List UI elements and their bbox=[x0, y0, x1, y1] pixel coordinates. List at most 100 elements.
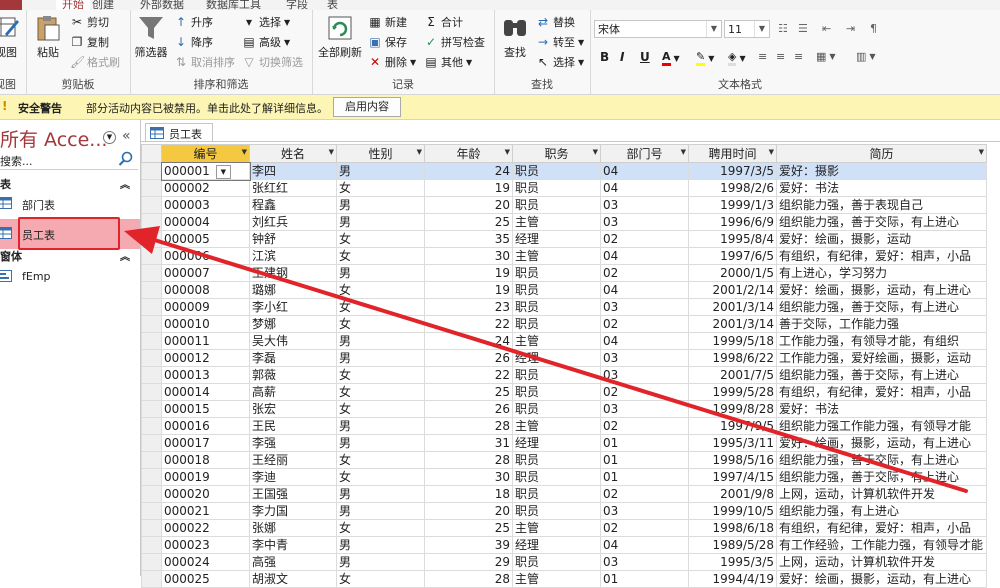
table-cell[interactable]: 组织能力强，善于交际，有上进心 bbox=[776, 298, 987, 316]
table-cell[interactable]: 000002 bbox=[161, 179, 250, 197]
table-cell[interactable]: 19 bbox=[424, 281, 513, 299]
table-row[interactable]: 000013 郭薇女 22 职员 03 2001/7/5 组织能力强，善于交际，有上进心 bbox=[141, 366, 987, 384]
table-cell[interactable]: 主管 bbox=[512, 417, 601, 435]
row-selector[interactable] bbox=[141, 349, 162, 367]
table-row[interactable]: 000005 钟舒女 35 经理 02 1995/8/4 爱好：绘画，摄影，运动 bbox=[141, 230, 987, 248]
numbered-list-icon[interactable]: ☷ bbox=[778, 22, 788, 35]
table-cell[interactable]: 组织能力强，善于交际，有上进心 bbox=[776, 213, 987, 231]
table-cell[interactable]: 2001/3/14 bbox=[688, 315, 777, 333]
row-selector[interactable] bbox=[141, 264, 162, 282]
goto-button[interactable]: → 转至 ▼ bbox=[536, 34, 584, 50]
table-cell[interactable]: 组织能力强，善于交际，有上进心 bbox=[776, 451, 987, 469]
table-cell[interactable]: 19 bbox=[424, 179, 513, 197]
table-cell[interactable]: 000016 bbox=[161, 417, 250, 435]
decrease-indent-icon[interactable]: ⇤ bbox=[822, 22, 831, 35]
row-selector[interactable] bbox=[141, 247, 162, 265]
table-cell[interactable]: 02 bbox=[600, 519, 689, 537]
table-row[interactable]: 000006 江滨女 30 主管 04 1997/6/5 有组织，有纪律，爱好：相声，小品 bbox=[141, 247, 987, 265]
search-icon[interactable] bbox=[118, 151, 134, 167]
table-cell[interactable]: 上网，运动，计算机软件开发 bbox=[776, 485, 987, 503]
table-cell[interactable]: 1999/1/3 bbox=[688, 196, 777, 214]
new-record-button[interactable]: ▦ 新建 bbox=[368, 14, 407, 30]
table-cell[interactable]: 女 bbox=[336, 179, 425, 197]
table-row[interactable]: 000020 王国强男 18 职员 02 2001/9/8 上网，运动，计算机软件开发 bbox=[141, 485, 987, 503]
table-cell[interactable]: 职员 bbox=[512, 281, 601, 299]
nav-section-forms[interactable]: 窗体 ︽ bbox=[0, 248, 140, 264]
table-cell[interactable]: 25 bbox=[424, 383, 513, 401]
table-cell[interactable]: 李磊 bbox=[249, 349, 337, 367]
table-cell[interactable]: 22 bbox=[424, 315, 513, 333]
table-cell[interactable]: 女 bbox=[336, 400, 425, 418]
table-cell[interactable]: 女 bbox=[336, 451, 425, 469]
table-cell[interactable]: 000003 bbox=[161, 196, 250, 214]
column-header[interactable]: 编号 ▼ bbox=[161, 144, 250, 163]
table-cell[interactable]: 经理 bbox=[512, 434, 601, 452]
table-cell[interactable]: 吴大伟 bbox=[249, 332, 337, 350]
table-cell[interactable]: 1999/5/28 bbox=[688, 383, 777, 401]
table-cell[interactable]: 04 bbox=[600, 332, 689, 350]
column-header[interactable]: 年龄 ▼ bbox=[424, 144, 513, 163]
table-cell[interactable]: 04 bbox=[600, 281, 689, 299]
table-row[interactable]: 000019 李迪女 30 职员 01 1997/4/15 组织能力强，善于交际，有上进心 bbox=[141, 468, 987, 486]
navigation-pane-title[interactable]: 所有 Acce... bbox=[0, 125, 107, 152]
table-cell[interactable]: 1997/3/5 bbox=[688, 162, 777, 180]
table-cell[interactable]: 20 bbox=[424, 502, 513, 520]
table-cell[interactable]: 03 bbox=[600, 298, 689, 316]
highlight-button[interactable]: ✎ ▼ bbox=[696, 50, 714, 66]
table-cell[interactable]: 主管 bbox=[512, 570, 601, 588]
table-cell[interactable]: 职员 bbox=[512, 315, 601, 333]
table-cell[interactable]: 郭薇 bbox=[249, 366, 337, 384]
chevron-down-icon[interactable]: ▼ bbox=[242, 148, 247, 156]
table-cell[interactable]: 职员 bbox=[512, 485, 601, 503]
font-color-button[interactable]: A ▼ bbox=[662, 50, 680, 66]
table-cell[interactable]: 女 bbox=[336, 247, 425, 265]
table-cell[interactable]: 爱好：摄影 bbox=[776, 162, 987, 180]
underline-button[interactable]: U bbox=[640, 50, 650, 64]
table-cell[interactable]: 王建钢 bbox=[249, 264, 337, 282]
row-selector[interactable] bbox=[141, 485, 162, 503]
table-cell[interactable]: 女 bbox=[336, 383, 425, 401]
table-row[interactable]: 000017 李强男 31 经理 01 1995/3/11 爱好：绘画，摄影，运动，有上进心 bbox=[141, 434, 987, 452]
bullet-list-icon[interactable]: ☰ bbox=[798, 22, 808, 35]
table-cell[interactable]: 主管 bbox=[512, 332, 601, 350]
table-cell[interactable]: 李小红 bbox=[249, 298, 337, 316]
row-selector[interactable] bbox=[141, 196, 162, 214]
table-row[interactable]: 000012 李磊男 26 经理 03 1998/6/22 工作能力强，爱好绘画，摄影，运动 bbox=[141, 349, 987, 367]
table-cell[interactable]: 职员 bbox=[512, 468, 601, 486]
table-cell[interactable]: 000004 bbox=[161, 213, 250, 231]
table-cell[interactable]: 上网，运动，计算机软件开发 bbox=[776, 553, 987, 571]
row-selector[interactable] bbox=[141, 468, 162, 486]
table-cell[interactable]: 男 bbox=[336, 213, 425, 231]
table-row[interactable]: 000009 李小红女 23 职员 03 2001/3/14 组织能力强，善于交际，有上进心 bbox=[141, 298, 987, 316]
spelling-button[interactable]: ✓ 拼写检查 bbox=[424, 34, 485, 50]
row-selector[interactable] bbox=[141, 298, 162, 316]
table-cell[interactable]: 04 bbox=[600, 536, 689, 554]
nav-search-box[interactable]: 搜索... bbox=[0, 151, 138, 170]
table-cell[interactable]: 组织能力强工作能力强，有领导才能 bbox=[776, 417, 987, 435]
tab-create[interactable]: 创建 bbox=[92, 0, 114, 10]
table-cell[interactable]: 01 bbox=[600, 570, 689, 588]
direction-icon[interactable]: ¶ bbox=[870, 22, 877, 35]
table-cell[interactable]: 李迪 bbox=[249, 468, 337, 486]
table-row[interactable]: 000004 刘红兵男 25 主管 03 1996/6/9 组织能力强，善于交际，有上进心 bbox=[141, 213, 987, 231]
table-cell[interactable]: 爱好：绘画，摄影，运动，有上进心 bbox=[776, 570, 987, 588]
table-cell[interactable]: 经理 bbox=[512, 536, 601, 554]
row-selector[interactable] bbox=[141, 519, 162, 537]
table-cell[interactable]: 职员 bbox=[512, 179, 601, 197]
row-selector[interactable] bbox=[141, 179, 162, 197]
table-cell[interactable]: 23 bbox=[424, 298, 513, 316]
row-selector[interactable] bbox=[141, 366, 162, 384]
select-all-corner[interactable] bbox=[141, 144, 162, 163]
table-cell[interactable]: 26 bbox=[424, 400, 513, 418]
row-selector[interactable] bbox=[141, 417, 162, 435]
table-cell[interactable]: 男 bbox=[336, 434, 425, 452]
font-size-combo[interactable]: 11 ▼ bbox=[724, 20, 770, 38]
table-cell[interactable]: 01 bbox=[600, 434, 689, 452]
table-cell[interactable]: 男 bbox=[336, 332, 425, 350]
table-cell[interactable]: 18 bbox=[424, 485, 513, 503]
table-cell[interactable]: 男 bbox=[336, 349, 425, 367]
table-cell[interactable]: 30 bbox=[424, 468, 513, 486]
chevron-down-icon[interactable]: ▼ bbox=[215, 164, 231, 179]
table-cell[interactable]: 李力国 bbox=[249, 502, 337, 520]
row-selector[interactable] bbox=[141, 332, 162, 350]
